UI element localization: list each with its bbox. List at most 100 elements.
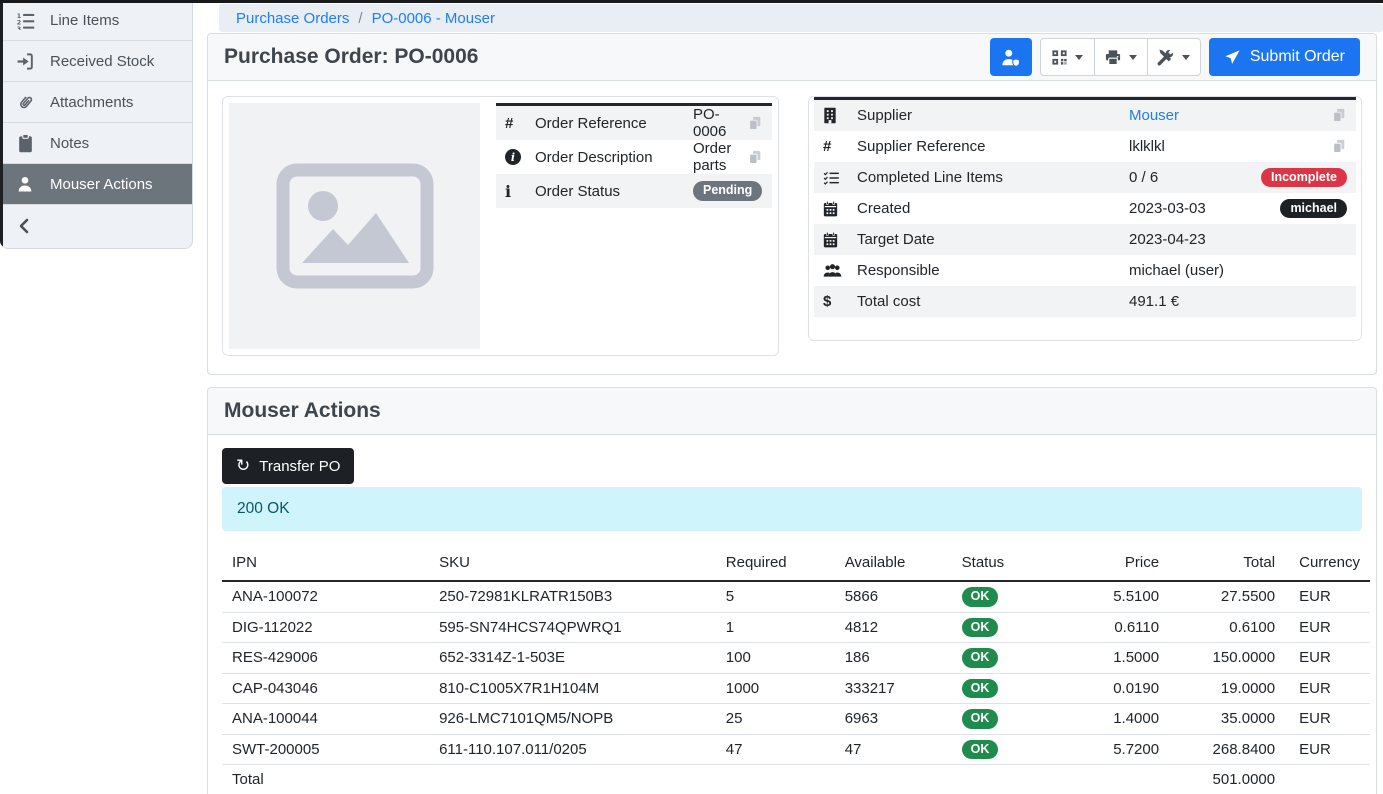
detail-value: 2023-04-23 (1129, 231, 1347, 248)
sidebar-item-label: Notes (50, 135, 89, 152)
list-ol-icon: 123 (15, 10, 35, 30)
order-actions-button[interactable] (1147, 39, 1200, 75)
cell-currency: EUR (1285, 734, 1370, 765)
detail-label: Order Reference (535, 115, 693, 132)
cell-sku: 810-C1005X7R1H104M (429, 673, 716, 704)
qrcode-icon (1051, 49, 1068, 66)
cell-total: 150.0000 (1169, 643, 1285, 674)
cell-sku: 611-110.107.011/0205 (429, 734, 716, 765)
status-badge: Pending (693, 181, 762, 201)
user-badge: michael (1280, 199, 1347, 219)
cell-total: 19.0000 (1169, 673, 1285, 704)
hashtag-icon: # (823, 138, 857, 155)
supplier-reference-row: # Supplier Reference lklklkl (814, 131, 1356, 162)
table-row[interactable]: CAP-043046 810-C1005X7R1H104M 1000 33321… (222, 673, 1370, 704)
copy-icon[interactable] (1331, 107, 1347, 124)
copy-icon[interactable] (747, 149, 763, 166)
cell-price: 5.7200 (1075, 734, 1169, 765)
target-date-row: Target Date 2023-04-23 (814, 224, 1356, 255)
transfer-po-label: Transfer PO (259, 458, 340, 475)
user-icon (15, 174, 35, 194)
print-actions-button[interactable] (1094, 39, 1147, 75)
ok-badge: OK (962, 587, 999, 607)
submit-order-label: Submit Order (1250, 48, 1345, 66)
order-description-row: i Order Description Order parts (496, 140, 772, 174)
detail-value: michael (user) (1129, 262, 1347, 279)
breadcrumb-link-purchase-orders[interactable]: Purchase Orders (236, 10, 349, 27)
detail-label: Supplier Reference (857, 138, 1129, 155)
submit-order-button[interactable]: Submit Order (1209, 38, 1360, 76)
supplier-row: Supplier Mouser (814, 100, 1356, 131)
column-header-currency[interactable]: Currency (1285, 550, 1370, 581)
completed-line-items-row: Completed Line Items 0 / 6 Incomplete (814, 162, 1356, 193)
cell-available: 333217 (835, 673, 952, 704)
sidebar-item-mouser-actions[interactable]: Mouser Actions (0, 164, 192, 205)
table-row[interactable]: ANA-100072 250-72981KLRATR150B3 5 5866 O… (222, 581, 1370, 612)
toolbar-button-group (1040, 38, 1201, 76)
sidebar-item-label: Received Stock (50, 53, 154, 70)
order-toolbar: Submit Order (990, 38, 1360, 76)
sidebar-collapse-button[interactable] (0, 205, 192, 246)
cell-ipn: DIG-112022 (222, 612, 429, 643)
cell-price: 0.6110 (1075, 612, 1169, 643)
detail-label: Order Status (535, 183, 693, 200)
supplier-link[interactable]: Mouser (1129, 107, 1179, 124)
table-total-row: Total 501.0000 (222, 765, 1370, 794)
detail-label: Responsible (857, 262, 1129, 279)
sidebar-item-received-stock[interactable]: Received Stock (0, 41, 192, 82)
table-row[interactable]: DIG-112022 595-SN74HCS74QPWRQ1 1 4812 OK… (222, 612, 1370, 643)
info-circle-icon: i (505, 149, 535, 165)
table-row[interactable]: RES-429006 652-3314Z-1-503E 100 186 OK 1… (222, 643, 1370, 674)
main-content: Purchase Orders / PO-0006 - Mouser Purch… (207, 0, 1383, 794)
mouser-actions-panel-body: ↻ Transfer PO 200 OK IPN SKU Required (208, 435, 1376, 794)
cell-price: 5.5100 (1075, 581, 1169, 612)
column-header-sku[interactable]: SKU (429, 550, 716, 581)
detail-label: Supplier (857, 107, 1129, 124)
total-value: 501.0000 (1169, 765, 1285, 794)
table-header-row: IPN SKU Required Available Status Price … (222, 550, 1370, 581)
printer-icon (1104, 49, 1122, 66)
admin-view-button[interactable] (990, 38, 1032, 76)
cell-sku: 595-SN74HCS74QPWRQ1 (429, 612, 716, 643)
barcode-actions-button[interactable] (1041, 39, 1094, 75)
cell-total: 27.5500 (1169, 581, 1285, 612)
ok-badge: OK (962, 709, 999, 729)
breadcrumb-separator: / (358, 10, 362, 27)
column-header-required[interactable]: Required (716, 550, 835, 581)
table-row[interactable]: ANA-100044 926-LMC7101QM5/NOPB 25 6963 O… (222, 704, 1370, 735)
detail-label: Target Date (857, 231, 1129, 248)
sidebar-item-attachments[interactable]: Attachments (0, 82, 192, 123)
column-header-ipn[interactable]: IPN (222, 550, 429, 581)
transfer-po-button[interactable]: ↻ Transfer PO (222, 448, 354, 484)
purchase-order-panel-header: Purchase Order: PO-0006 (208, 34, 1376, 81)
sidebar-item-label: Mouser Actions (50, 176, 153, 193)
hashtag-icon: # (505, 115, 535, 132)
cell-status: OK (952, 673, 1075, 704)
column-header-available[interactable]: Available (835, 550, 952, 581)
tools-icon (1157, 48, 1175, 66)
breadcrumb-link-current-order[interactable]: PO-0006 - Mouser (372, 10, 495, 27)
cell-sku: 250-72981KLRATR150B3 (429, 581, 716, 612)
table-row[interactable]: SWT-200005 611-110.107.011/0205 47 47 OK… (222, 734, 1370, 765)
info-icon: i (505, 182, 535, 201)
column-header-status[interactable]: Status (952, 550, 1075, 581)
detail-label: Completed Line Items (857, 169, 1129, 186)
users-icon (823, 263, 857, 278)
order-status-row: i Order Status Pending (496, 174, 772, 208)
sidebar-item-line-items[interactable]: 123 Line Items (0, 0, 192, 41)
cell-required: 1000 (716, 673, 835, 704)
total-label: Total (222, 765, 429, 794)
building-icon (823, 107, 857, 124)
calendar-icon (823, 232, 857, 248)
copy-icon[interactable] (747, 115, 763, 132)
total-cost-row: $ Total cost 491.1 € (814, 286, 1356, 317)
column-header-price[interactable]: Price (1075, 550, 1169, 581)
column-header-total[interactable]: Total (1169, 550, 1285, 581)
copy-icon[interactable] (1331, 138, 1347, 155)
order-image-placeholder[interactable] (229, 103, 480, 349)
supplier-details-card: Supplier Mouser # Supplier Reference lkl… (808, 96, 1362, 341)
status-alert: 200 OK (222, 487, 1362, 531)
cell-status: OK (952, 612, 1075, 643)
sidebar-item-notes[interactable]: Notes (0, 123, 192, 164)
ok-badge: OK (962, 618, 999, 638)
